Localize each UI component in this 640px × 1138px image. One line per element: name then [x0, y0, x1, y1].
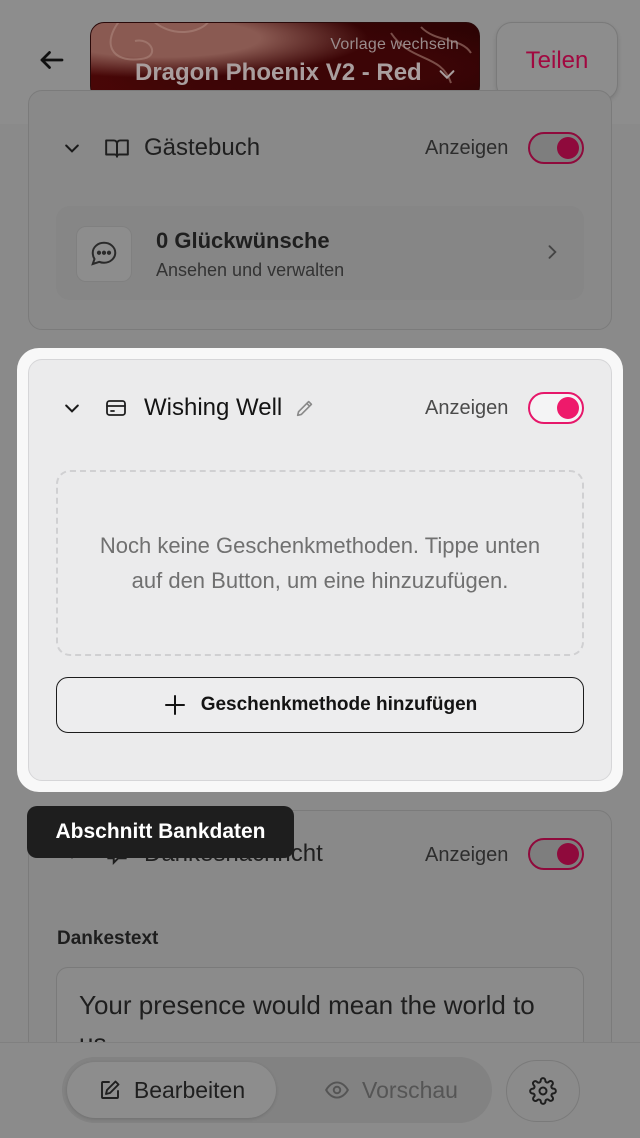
empty-state: Noch keine Geschenkmethoden. Tippe unten…: [56, 470, 584, 656]
edit-tab[interactable]: Bearbeiten: [67, 1062, 276, 1118]
chevron-down-icon[interactable]: [62, 398, 82, 418]
pencil-icon[interactable]: [294, 397, 316, 419]
settings-button[interactable]: [506, 1060, 580, 1122]
guestbook-toggle[interactable]: [528, 132, 584, 164]
template-switcher[interactable]: Vorlage wechseln Dragon Phoenix V2 - Red: [90, 22, 480, 100]
guestbook-header[interactable]: Gästebuch: [62, 134, 260, 162]
guestbook-subtitle: Ansehen und verwalten: [156, 260, 345, 280]
chevron-down-icon: [439, 70, 455, 80]
wishing-well-toggle[interactable]: [528, 392, 584, 424]
credit-card-icon: [106, 400, 126, 416]
preview-tab-label: Vorschau: [362, 1076, 458, 1103]
guestbook-count: 0 Glückwünsche: [156, 228, 330, 253]
add-gift-method-label: Geschenkmethode hinzufügen: [200, 694, 478, 715]
template-name: Dragon Phoenix V2 - Red: [135, 59, 422, 86]
gear-icon: [529, 1077, 557, 1105]
tooltip: Abschnitt Bankdaten: [27, 806, 294, 858]
show-label: Anzeigen: [425, 844, 509, 866]
show-label: Anzeigen: [425, 397, 509, 419]
chevron-right-icon: [548, 245, 557, 259]
edit-tab-label: Bearbeiten: [133, 1076, 246, 1103]
arrow-left-icon: [40, 51, 64, 69]
show-label: Anzeigen: [425, 137, 509, 159]
preview-tab[interactable]: Vorschau: [296, 1062, 486, 1118]
guestbook-entries-link[interactable]: 0 Glückwünsche Ansehen und verwalten: [56, 206, 584, 300]
chevron-down-icon[interactable]: [62, 138, 82, 158]
section-title: Gästebuch: [144, 134, 261, 161]
template-caption: Vorlage wechseln: [330, 36, 459, 53]
wishing-well-header[interactable]: Wishing Well: [62, 394, 316, 422]
chat-icon-box: [76, 226, 132, 282]
plus-icon: [164, 695, 185, 715]
eye-icon: [325, 1081, 349, 1099]
thanks-toggle[interactable]: [528, 838, 584, 870]
add-gift-method-button[interactable]: Geschenkmethode hinzufügen: [56, 677, 584, 733]
section-title: Wishing Well: [144, 394, 283, 421]
toggle-knob: [557, 843, 579, 865]
toggle-knob: [557, 137, 579, 159]
thanks-field-label: Dankestext: [57, 928, 159, 949]
book-icon: [105, 139, 129, 158]
back-button[interactable]: [30, 38, 74, 82]
edit-icon: [100, 1080, 120, 1099]
toggle-knob: [557, 397, 579, 419]
chat-bubble-icon: [91, 241, 117, 266]
share-button[interactable]: Teilen: [496, 22, 618, 100]
